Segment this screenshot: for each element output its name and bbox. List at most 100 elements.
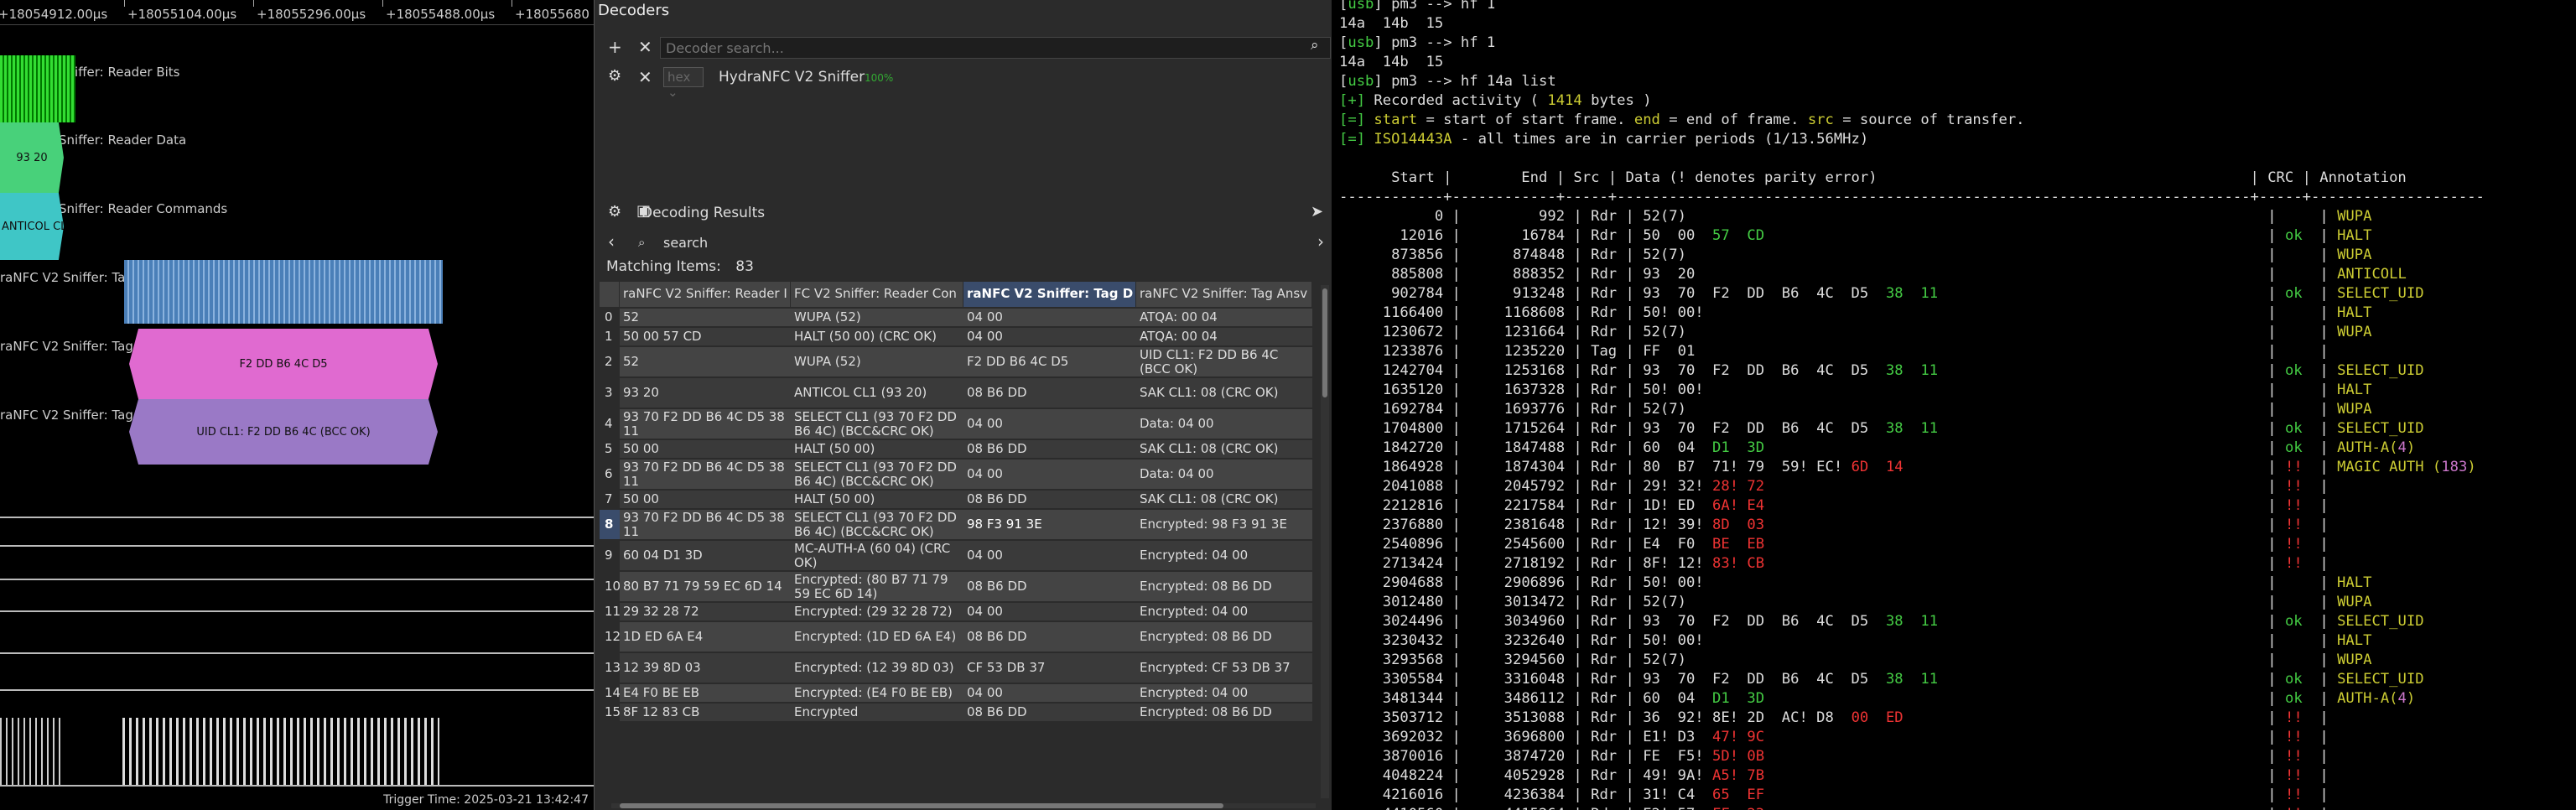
add-decoder-icon[interactable]: +: [608, 37, 622, 57]
terminal-text: Rdr: [1591, 555, 1618, 572]
terminal-text: 4: [2397, 439, 2407, 456]
terminal-text: 65 EF: [1712, 787, 1765, 803]
column-header[interactable]: raNFC V2 Sniffer: Reader I: [620, 282, 791, 307]
prompt-part: usb: [1348, 0, 1374, 13]
table-row[interactable]: 13 12 39 8D 03 Encrypted: (12 39 8D 03) CF …: [600, 653, 1321, 683]
table-cell: Encrypted: 08 B6 DD: [1136, 572, 1312, 602]
padding: [2285, 266, 2311, 283]
table-row[interactable]: 15 8F 12 83 CB Encrypted 08 B6 DD Encrypted:…: [600, 704, 1321, 722]
column-separator: |: [1617, 285, 1644, 302]
terminal-text: 2718192: [1469, 555, 1566, 572]
terminal-text: 38 11: [1885, 420, 1939, 437]
scroll-thumb[interactable]: [1322, 288, 1327, 397]
terminal-text: HALT: [2337, 574, 2372, 591]
padding: [2285, 574, 2311, 591]
tag-annotation-segment[interactable]: UID CL1: F2 DD B6 4C (BCC OK): [129, 399, 438, 465]
column-separator: |: [1443, 208, 1470, 225]
column-separator: |: [2311, 632, 2338, 649]
table-cell: UID CL1: F2 DD B6 4C (BCC OK): [1136, 347, 1312, 377]
table-row[interactable]: 9 60 04 D1 3D MC-AUTH-A (60 04) (CRC OK) 04…: [600, 541, 1321, 571]
padding: |: [1938, 613, 2277, 630]
column-separator: |: [2311, 748, 2338, 765]
column-separator: |: [1565, 709, 1592, 726]
terminal-text: 1704800: [1339, 420, 1444, 437]
terminal-text: 2212816: [1339, 497, 1444, 514]
format-select[interactable]: hex ⌄: [663, 67, 704, 100]
terminal-text: = source of transfer.: [1833, 112, 2025, 128]
goto-icon[interactable]: ➤: [1311, 203, 1323, 221]
trace-row: 2904688 | 2906896 | Rdr | 50! 00! | | HA…: [1339, 574, 2372, 593]
terminal-panel[interactable]: [usb] pm3 --> hf 1 14a 14b 15 [usb] pm3 --…: [1332, 0, 2576, 810]
terminal-text: 1231664: [1469, 324, 1566, 340]
table-row[interactable]: 4 93 70 F2 DD B6 4C D5 38 11 SELECT CL1 (9…: [600, 409, 1321, 439]
channel-line: [0, 785, 594, 787]
terminal-line: [usb] pm3 --> hf 1: [1339, 0, 1495, 14]
terminal-text: 5D! 0B: [1712, 748, 1765, 765]
table-cell: 04 00: [963, 603, 1136, 621]
terminal-text: 52(7): [1643, 208, 1686, 225]
table-cell: Encrypted: 04 00: [1136, 541, 1312, 571]
table-row[interactable]: 1 50 00 57 CD HALT (50 00) (CRC OK) 04 00 AT…: [600, 328, 1321, 346]
terminal-text: 3012480: [1339, 594, 1444, 610]
prev-match-icon[interactable]: ‹: [608, 231, 615, 252]
table-row[interactable]: 2 52 WUPA (52) F2 DD B6 4C D5 UID CL1: F2 DD…: [600, 347, 1321, 377]
terminal-text: !!: [2276, 478, 2303, 495]
trace-row: 885808 | 888352 | Rdr | 93 20 | | ANTICO…: [1339, 265, 2407, 284]
terminal-text: WUPA: [2337, 247, 2372, 263]
table-cell: 50 00 57 CD: [620, 328, 791, 346]
clear-search-icon[interactable]: ✕: [638, 37, 652, 57]
table-row[interactable]: 5 50 00 HALT (50 00) 08 B6 DD SAK CL1: 08 (C…: [600, 440, 1321, 459]
table-cell: 98 F3 91 3E: [963, 510, 1136, 540]
table-row[interactable]: 12 1D ED 6A E4 Encrypted: (1D ED 6A E4) 08 …: [600, 622, 1321, 652]
remove-decoder-icon[interactable]: ✕: [638, 67, 652, 87]
terminal-text: [+]: [1339, 92, 1366, 109]
table-row[interactable]: 0 52 WUPA (52) 04 00 ATQA: 00 04: [600, 309, 1321, 327]
results-table[interactable]: raNFC V2 Sniffer: Reader I FC V2 Sniffer…: [600, 282, 1321, 803]
terminal-text: 1693776: [1469, 401, 1566, 418]
terminal-text: 3232640: [1469, 632, 1566, 649]
scroll-thumb[interactable]: [620, 803, 1223, 808]
terminal-text: WUPA: [2337, 324, 2372, 340]
column-separator: |: [1565, 439, 1592, 456]
decoders-panel: Decoders + ✕ ⌕ ⚙ ✕ hex ⌄ HydraNFC V2 Sni…: [594, 0, 1332, 810]
horizontal-scrollbar[interactable]: [611, 803, 1316, 808]
results-search-input[interactable]: [658, 231, 1309, 253]
padding: [2303, 767, 2311, 784]
column-header-selected[interactable]: raNFC V2 Sniffer: Tag D: [963, 282, 1136, 307]
reader-command-segment[interactable]: ANTICOL CL...: [0, 193, 64, 260]
column-separator: |: [2311, 266, 2338, 283]
table-row[interactable]: 3 93 20 ANTICOL CL1 (93 20) 08 B6 DD SAK CL1…: [600, 378, 1321, 408]
table-row[interactable]: 8 93 70 F2 DD B6 4C D5 38 11 SELECT CL1 (9…: [600, 510, 1321, 540]
table-row[interactable]: 10 80 B7 71 79 59 EC 6D 14 Encrypted: (80 …: [600, 572, 1321, 602]
decoder-search-input[interactable]: [660, 37, 1331, 59]
search-icon[interactable]: ⌕: [1311, 37, 1319, 54]
trace-row: 3024496 | 3034960 | Rdr | 93 70 F2 DD B6…: [1339, 612, 2424, 631]
vertical-scrollbar[interactable]: [1321, 285, 1329, 798]
padding: |: [1685, 324, 2277, 340]
table-row[interactable]: 7 50 00 HALT (50 00) 08 B6 DD SAK CL1: 08 (C…: [600, 491, 1321, 509]
trace-row: 0 | 992 | Rdr | 52(7) | | WUPA: [1339, 207, 2372, 226]
column-header[interactable]: FC V2 Sniffer: Reader Con: [791, 282, 963, 307]
next-match-icon[interactable]: ›: [1317, 231, 1324, 252]
terminal-text: 52(7): [1643, 324, 1686, 340]
gear-icon[interactable]: ⚙: [608, 203, 621, 221]
column-separator: |: [1565, 401, 1592, 418]
table-row[interactable]: 11 29 32 28 72 Encrypted: (29 32 28 72) 04 …: [600, 603, 1321, 621]
column-separator: |: [1443, 478, 1470, 495]
trace-row: 1166400 | 1168608 | Rdr | 50! 00! | | HA…: [1339, 304, 2372, 323]
column-header[interactable]: raNFC V2 Sniffer: Tag Ansv: [1136, 282, 1312, 307]
table-row[interactable]: 14 E4 F0 BE EB Encrypted: (E4 F0 BE EB) 04 …: [600, 684, 1321, 703]
table-row[interactable]: 6 93 70 F2 DD B6 4C D5 38 11 SELECT CL1 (9…: [600, 460, 1321, 490]
terminal-text: E1! D3: [1643, 729, 1712, 745]
terminal-text: SELECT_UID: [2337, 285, 2424, 302]
tag-data-segment[interactable]: F2 DD B6 4C D5: [129, 329, 438, 399]
terminal-text: ok: [2276, 613, 2303, 630]
terminal-text: 2906896: [1469, 574, 1566, 591]
reader-data-segment[interactable]: 93 20: [0, 122, 64, 193]
terminal-text: Recorded activity (: [1365, 92, 1548, 109]
format-value: hex: [667, 70, 691, 85]
time-ruler[interactable]: +18054912.00µs +18055104.00µs +18055296.…: [0, 0, 594, 25]
waveform-panel[interactable]: +18054912.00µs +18055104.00µs +18055296.…: [0, 0, 594, 810]
gear-icon[interactable]: ⚙: [608, 67, 621, 85]
